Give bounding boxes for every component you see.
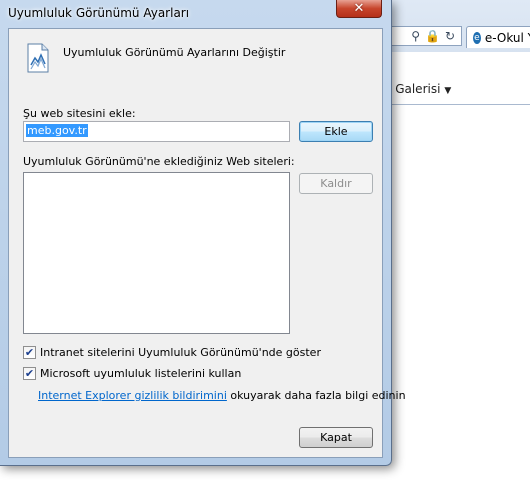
website-input-value: meb.gov.tr (26, 124, 88, 137)
ms-lists-checkbox[interactable]: ✔ (23, 367, 36, 380)
website-input[interactable]: meb.gov.tr (23, 121, 290, 142)
compatibility-view-dialog: Uyumluluk Görünümü Ayarları ✕ Uyumluluk … (0, 0, 406, 466)
intranet-option[interactable]: ✔ Intranet sitelerini Uyumluluk Görünümü… (23, 346, 321, 359)
search-icon[interactable]: ⚲ (411, 29, 420, 43)
refresh-icon[interactable]: ↻ (445, 29, 455, 43)
dialog-title: Uyumluluk Görünümü Ayarları (8, 6, 190, 20)
close-button[interactable]: Kapat (299, 427, 373, 448)
chevron-down-icon: ▼ (444, 86, 452, 96)
privacy-statement-link[interactable]: Internet Explorer gizlilik bildirimini (38, 389, 227, 402)
intranet-checkbox[interactable]: ✔ (23, 346, 36, 359)
dialog-titlebar[interactable]: Uyumluluk Görünümü Ayarları ✕ (0, 0, 391, 26)
tab-title: e-Okul Y (484, 30, 530, 45)
close-icon: ✕ (353, 1, 365, 16)
browser-tab[interactable]: e e-Okul Y (466, 26, 530, 48)
dialog-header-title: Uyumluluk Görünümü Ayarlarını Değiştir (63, 46, 286, 59)
intranet-checkbox-label: Intranet sitelerini Uyumluluk Görünümü'n… (40, 346, 321, 359)
window-close-button[interactable]: ✕ (336, 0, 382, 18)
ie-logo-icon: e (473, 31, 481, 44)
add-button[interactable]: Ekle (299, 121, 373, 142)
added-sites-list[interactable] (23, 172, 290, 334)
added-sites-label: Uyumluluk Görünümü'ne eklediğiniz Web si… (23, 155, 295, 168)
ms-lists-option[interactable]: ✔ Microsoft uyumluluk listelerini kullan (23, 367, 241, 380)
privacy-suffix-text: okuyarak daha fazla bilgi edinin (230, 389, 406, 402)
ms-lists-checkbox-label: Microsoft uyumluluk listelerini kullan (40, 367, 242, 380)
gallery-label: e Galerisi (384, 82, 441, 96)
address-bar-controls: ⚲ 🔒 ↻ (388, 26, 462, 46)
remove-button[interactable]: Kaldır (299, 173, 373, 194)
privacy-note: Internet Explorer gizlilik bildirimini o… (38, 389, 406, 402)
add-site-label: Şu web sitesini ekle: (23, 107, 136, 120)
compatibility-document-icon (27, 43, 49, 73)
dialog-body: Uyumluluk Görünümü Ayarlarını Değiştir Ş… (8, 28, 406, 458)
web-slice-gallery-menu[interactable]: e Galerisi ▼ (384, 82, 451, 96)
lock-icon[interactable]: 🔒 (425, 29, 440, 43)
